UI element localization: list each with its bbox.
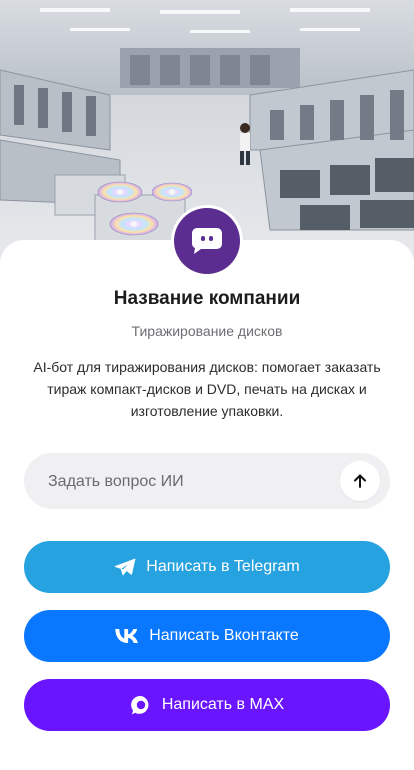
company-avatar xyxy=(171,205,243,277)
max-button-label: Написать в MAX xyxy=(161,696,285,713)
telegram-button-label: Написать в Telegram xyxy=(146,558,300,575)
arrow-up-icon xyxy=(354,474,366,488)
vk-button[interactable]: Написать Вконтакте xyxy=(24,610,390,662)
vk-button-label: Написать Вконтакте xyxy=(149,627,299,644)
vk-icon xyxy=(115,629,139,643)
max-icon xyxy=(130,695,149,715)
company-category: Тиражирование дисков xyxy=(131,323,283,339)
company-description: AI-бот для тиражирования дисков: помогае… xyxy=(33,359,381,419)
company-name: Название компании xyxy=(113,288,301,309)
telegram-button[interactable]: Написать в Telegram xyxy=(24,541,390,593)
ask-ai-input[interactable] xyxy=(46,453,350,511)
chat-bot-icon xyxy=(192,228,222,254)
ask-ai-field xyxy=(24,453,390,511)
send-button[interactable] xyxy=(340,461,380,501)
telegram-icon xyxy=(114,558,136,575)
max-button[interactable]: Написать в MAX xyxy=(24,679,390,731)
